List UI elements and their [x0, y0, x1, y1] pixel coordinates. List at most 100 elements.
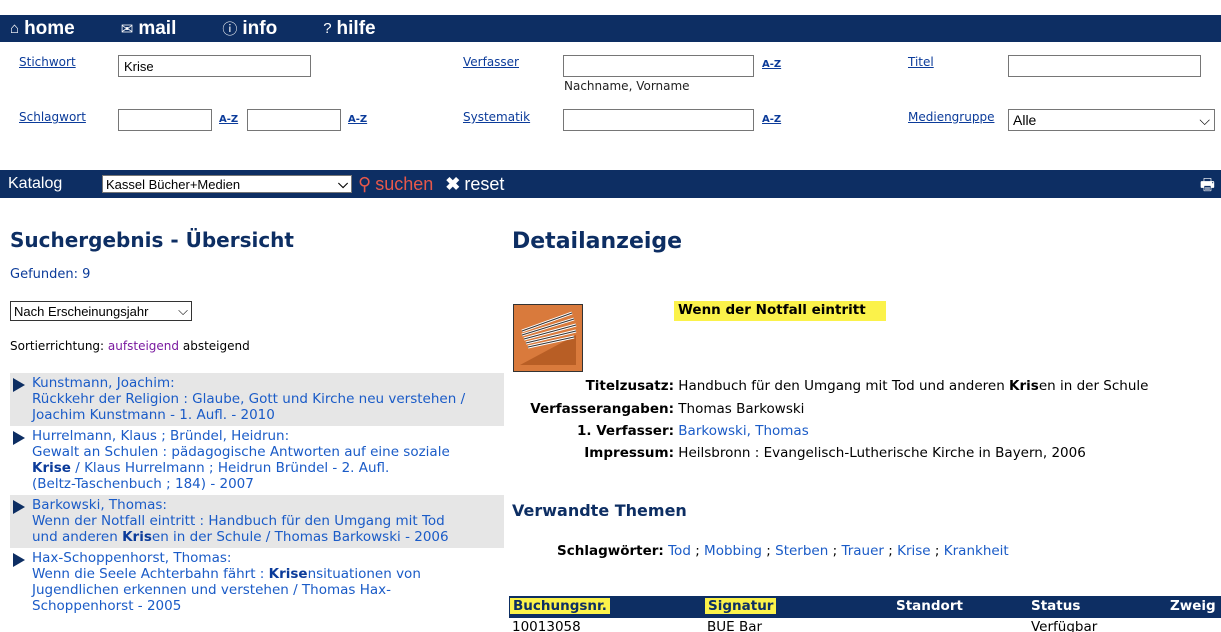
result-series: (Beltz-Taschenbuch ; 184) - 2007 [32, 476, 254, 492]
result-author: Hurrelmann, Klaus ; Bründel, Heidrun: [32, 428, 290, 444]
result-info: Joachim Kunstmann - 1. Aufl. - 2010 [32, 407, 275, 423]
results-heading: Suchergebnis - Übersicht [10, 228, 294, 252]
nav-hilfe[interactable]: ? hilfe [323, 18, 375, 40]
verfasser-input[interactable] [563, 55, 754, 77]
systematik-label[interactable]: Systematik [463, 110, 530, 124]
arrow-right-icon [10, 550, 32, 614]
table-row: 10013058 BUE Bar Verfügbar [509, 618, 1221, 632]
titel-label[interactable]: Titel [908, 55, 934, 69]
verfasser-hint: Nachname, Vorname [564, 79, 690, 93]
result-author: Barkowski, Thomas: [32, 497, 167, 513]
subject-link-sterben[interactable]: Sterben [775, 543, 828, 559]
arrow-right-icon [10, 497, 32, 545]
result-title-a: Wenn die Seele Achterbahn fährt : [32, 566, 269, 582]
catalog-bar: Katalog Kassel Bücher+Medien ⌵ ⚲ suchen ✖… [0, 170, 1221, 198]
erster-verfasser-link[interactable]: Barkowski, Thomas [678, 423, 808, 439]
impressum-label: Impressum: [584, 445, 674, 461]
subject-link-trauer[interactable]: Trauer [841, 543, 884, 559]
results-count: Gefunden: 9 [10, 267, 91, 282]
sort-direction: Sortierrichtung: aufsteigend absteigend [10, 339, 250, 353]
list-item[interactable]: Hax-Schoppenhorst, Thomas: Wenn die Seel… [10, 548, 504, 617]
arrow-right-icon [10, 375, 32, 423]
result-info: Jugendlichen erkennen und verstehen / Th… [32, 582, 392, 598]
schlagwoerter-label: Schlagwörter: [557, 543, 664, 559]
nav-mail-label: mail [138, 17, 177, 39]
result-info: Krise / Klaus Hurrelmann ; Heidrun Bründ… [32, 460, 450, 476]
result-info-2: Schoppenhorst - 2005 [32, 598, 182, 614]
related-topics-heading: Verwandte Themen [512, 501, 687, 520]
mediengruppe-value: Alle [1013, 112, 1037, 128]
verfasser-az-link[interactable]: A-Z [762, 59, 781, 70]
cell-signatur: BUE Bar [707, 619, 763, 632]
erster-verfasser-row: 1. Verfasser: Barkowski, Thomas [520, 423, 809, 439]
systematik-az-link[interactable]: A-Z [762, 114, 781, 125]
column-header-signatur: Signatur [705, 598, 777, 614]
stichwort-label[interactable]: Stichwort [19, 55, 76, 69]
reset-button[interactable]: ✖ reset [445, 174, 504, 195]
result-title: Gewalt an Schulen : pädagogische Antwort… [32, 444, 450, 460]
search-button[interactable]: ⚲ suchen [358, 174, 433, 195]
subject-link-krise[interactable]: Krise [897, 543, 931, 559]
sort-descending-link[interactable]: absteigend [183, 339, 250, 353]
sort-value: Nach Erscheinungsjahr [14, 303, 149, 319]
chevron-down-icon: ⌵ [338, 176, 348, 191]
schlagwort-input-2[interactable] [247, 109, 341, 131]
schlagwort-az-link-1[interactable]: A-Z [219, 114, 238, 125]
separator: ; [832, 543, 838, 559]
schlagwoerter-row: Schlagwörter: Tod ; Mobbing ; Sterben ; … [557, 543, 1009, 559]
sort-direction-label: Sortierrichtung: [10, 339, 105, 353]
stichwort-input[interactable] [118, 55, 311, 77]
result-title: Wenn der Notfall eintritt : Handbuch für… [32, 513, 445, 529]
list-item[interactable]: Kunstmann, Joachim: Rückkehr der Religio… [10, 373, 504, 426]
catalog-label: Katalog [8, 175, 63, 192]
subject-link-mobbing[interactable]: Mobbing [704, 543, 762, 559]
titelzusatz-value-a: Handbuch für den Umgang mit Tod und ande… [678, 378, 1010, 394]
detail-title: Wenn der Notfall eintritt [674, 301, 886, 321]
search-icon: ⚲ [358, 173, 372, 194]
systematik-input[interactable] [563, 109, 754, 131]
separator: ; [766, 543, 771, 559]
schlagwort-az-link-2[interactable]: A-Z [348, 114, 367, 125]
result-info-text: en in der Schule / Thomas Barkowski - 20… [151, 529, 449, 545]
mail-icon: ✉ [120, 20, 134, 38]
nav-hilfe-label: hilfe [336, 17, 376, 39]
titelzusatz-row: Titelzusatz: Handbuch für den Umgang mit… [520, 378, 1149, 394]
sort-select[interactable]: Nach Erscheinungsjahr ⌵ [10, 301, 192, 321]
titel-input[interactable] [1008, 55, 1201, 77]
column-header-standort: Standort [896, 598, 963, 614]
book-cover-image [513, 304, 583, 372]
subject-link-tod[interactable]: Tod [668, 543, 691, 559]
impressum-row: Impressum: Heilsbronn : Evangelisch-Luth… [520, 445, 1086, 461]
nav-home-label: home [24, 17, 75, 39]
keyword-highlight: Kris [122, 529, 152, 545]
impressum-value: Heilsbronn : Evangelisch-Lutherische Kir… [678, 445, 1086, 461]
separator: ; [888, 543, 893, 559]
verfasserangaben-label: Verfasserangaben: [530, 401, 674, 417]
mediengruppe-label[interactable]: Mediengruppe [908, 110, 994, 124]
schlagwort-label[interactable]: Schlagwort [19, 110, 86, 124]
result-info-text-a: und anderen [32, 529, 123, 545]
results-list: Kunstmann, Joachim: Rückkehr der Religio… [10, 373, 504, 617]
nav-info[interactable]: ⓘ info [222, 18, 277, 40]
keyword-highlight: Krise [268, 566, 308, 582]
reset-icon: ✖ [445, 173, 461, 194]
result-title: Wenn die Seele Achterbahn fährt : Krisen… [32, 566, 421, 582]
holdings-table-header: Buchungsnr. Signatur Standort Status Zwe… [509, 596, 1221, 618]
subject-link-krankheit[interactable]: Krankheit [944, 543, 1009, 559]
cell-buchungsnr: 10013058 [512, 619, 581, 632]
info-icon: ⓘ [222, 21, 238, 38]
mediengruppe-select[interactable]: Alle ⌵ [1008, 109, 1215, 131]
titelzusatz-label: Titelzusatz: [585, 378, 674, 394]
column-header-buchungsnr: Buchungsnr. [510, 598, 610, 614]
nav-info-label: info [242, 17, 278, 39]
erster-verfasser-label: 1. Verfasser: [576, 423, 674, 439]
schlagwort-input-1[interactable] [118, 109, 212, 131]
list-item[interactable]: Hurrelmann, Klaus ; Bründel, Heidrun: Ge… [10, 426, 504, 495]
sort-ascending-link[interactable]: aufsteigend [108, 339, 179, 353]
verfasser-label[interactable]: Verfasser [463, 55, 519, 69]
nav-mail[interactable]: ✉ mail [121, 18, 177, 40]
print-icon[interactable]: 🖶 [1200, 174, 1215, 201]
nav-home[interactable]: ⌂ home [10, 18, 75, 40]
list-item[interactable]: Barkowski, Thomas: Wenn der Notfall eint… [10, 495, 504, 548]
catalog-select[interactable]: Kassel Bücher+Medien ⌵ [102, 175, 352, 193]
